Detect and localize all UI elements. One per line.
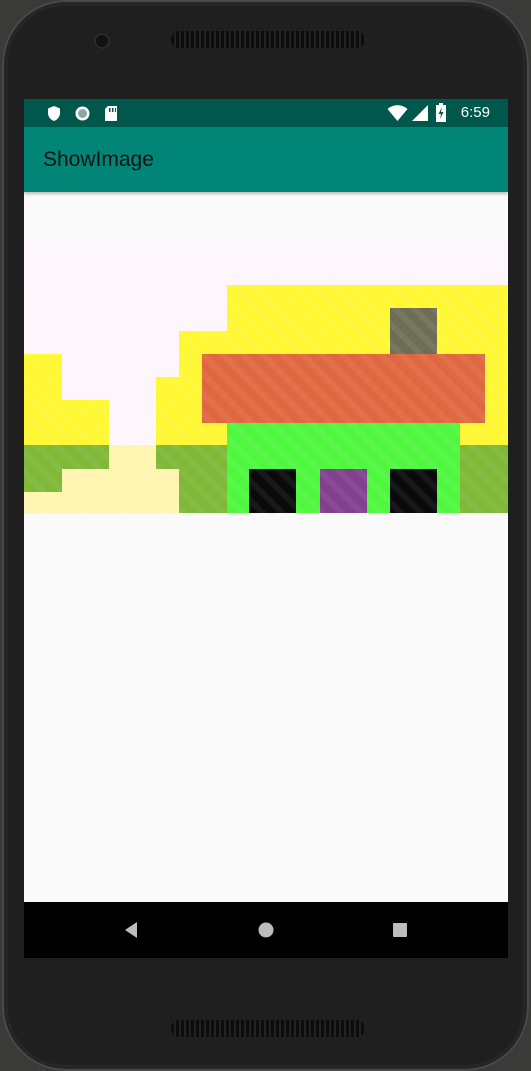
bottom-speaker	[171, 1020, 365, 1037]
sd-card-icon	[105, 106, 117, 121]
app-bar: ShowImage	[24, 127, 508, 192]
recents-icon[interactable]	[391, 920, 409, 940]
device-screen: 6:59 ShowImage	[24, 99, 508, 958]
status-time: 6:59	[460, 104, 490, 121]
displayed-image	[24, 239, 508, 513]
shield-icon	[48, 106, 60, 121]
back-icon[interactable]	[122, 920, 140, 940]
navigation-bar	[24, 902, 508, 958]
earpiece-speaker	[171, 31, 365, 48]
pixel-art-image	[24, 239, 508, 513]
wifi-icon	[387, 105, 408, 121]
signal-icon	[412, 105, 428, 121]
battery-charging-icon	[436, 103, 446, 122]
front-camera	[96, 35, 108, 47]
status-bar: 6:59	[24, 99, 508, 127]
app-title: ShowImage	[43, 148, 154, 171]
home-icon[interactable]	[257, 920, 275, 940]
circle-sync-icon	[75, 106, 90, 121]
